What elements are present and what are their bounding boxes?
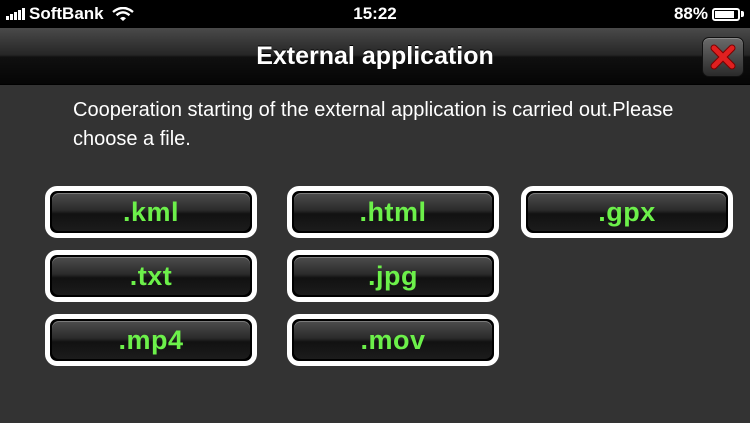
page-title: External application xyxy=(256,42,494,70)
html-button[interactable]: .html xyxy=(287,186,499,238)
gpx-button[interactable]: .gpx xyxy=(521,186,733,238)
status-right: 88% xyxy=(674,0,744,28)
status-time: 15:22 xyxy=(353,4,397,23)
mp4-button-label: .mp4 xyxy=(52,321,250,359)
battery-icon xyxy=(712,7,740,21)
status-bar: SoftBank 15:22 88% xyxy=(0,0,750,28)
battery-tip xyxy=(741,11,744,17)
txt-button-label: .txt xyxy=(52,257,250,295)
kml-button-label: .kml xyxy=(52,193,250,231)
battery-percent: 88% xyxy=(673,4,708,23)
mp4-button[interactable]: .mp4 xyxy=(45,314,257,366)
battery-level-fill xyxy=(715,10,734,18)
instruction-message: Cooperation starting of the external app… xyxy=(73,99,674,150)
kml-button[interactable]: .kml xyxy=(45,186,257,238)
mov-button-label: .mov xyxy=(294,321,492,359)
txt-button[interactable]: .txt xyxy=(45,250,257,302)
html-button-label: .html xyxy=(294,193,492,231)
close-x-icon xyxy=(710,44,736,70)
gpx-button-label: .gpx xyxy=(528,193,726,231)
jpg-button[interactable]: .jpg xyxy=(287,250,499,302)
title-bar: External application xyxy=(0,28,750,85)
jpg-button-label: .jpg xyxy=(294,257,492,295)
mov-button[interactable]: .mov xyxy=(287,314,499,366)
close-button[interactable] xyxy=(702,37,744,77)
